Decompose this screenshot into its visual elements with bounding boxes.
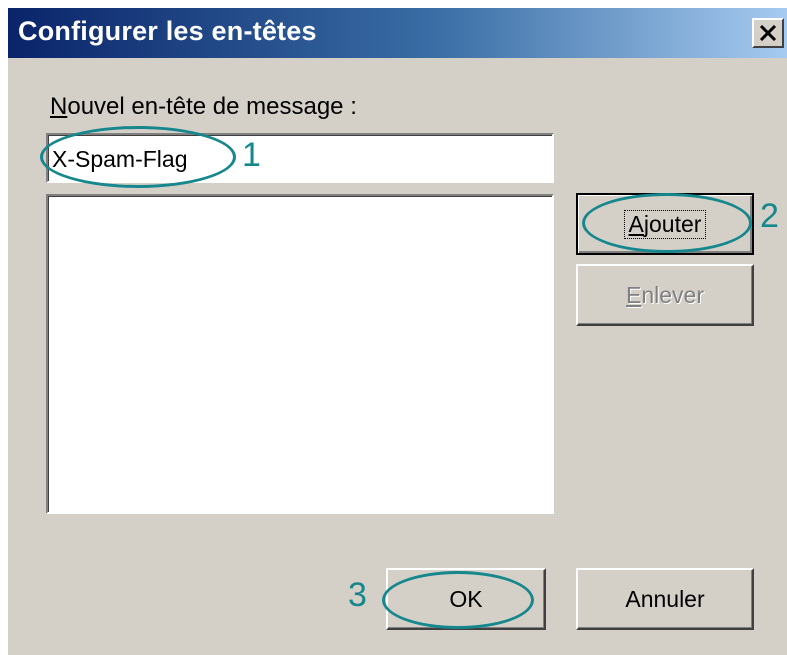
annotation-step-3: 3 xyxy=(348,576,367,614)
new-header-input[interactable]: X-Spam-Flag xyxy=(46,133,554,183)
add-access-key: A xyxy=(628,210,644,237)
label-text: ouvel en-tête de message : xyxy=(67,93,357,120)
ok-button[interactable]: OK xyxy=(386,568,546,630)
label-access-key: N xyxy=(50,93,68,120)
annotation-step-1: 1 xyxy=(242,136,261,174)
headers-listbox[interactable] xyxy=(46,194,554,514)
cancel-button-label: Annuler xyxy=(625,585,705,612)
ok-button-label: OK xyxy=(449,585,483,612)
remove-label-text: nlever xyxy=(641,281,704,308)
add-button-label: Ajouter xyxy=(623,209,707,239)
remove-button-label: Enlever xyxy=(626,282,704,309)
add-label-text: jouter xyxy=(643,210,702,237)
close-icon xyxy=(759,25,777,41)
add-button[interactable]: Ajouter xyxy=(576,193,754,255)
title-bar[interactable]: Configurer les en-têtes xyxy=(8,8,787,58)
configure-headers-dialog: Configurer les en-têtes Nouvel en-tête d… xyxy=(8,8,787,655)
window-title: Configurer les en-têtes xyxy=(18,16,317,46)
new-header-input-value: X-Spam-Flag xyxy=(52,146,188,172)
new-header-label: Nouvel en-tête de message : xyxy=(50,93,357,121)
remove-access-key: E xyxy=(626,281,642,308)
annotation-step-2: 2 xyxy=(760,197,779,235)
close-button[interactable] xyxy=(752,18,784,48)
cancel-button[interactable]: Annuler xyxy=(576,568,754,630)
remove-button[interactable]: Enlever xyxy=(576,264,754,326)
